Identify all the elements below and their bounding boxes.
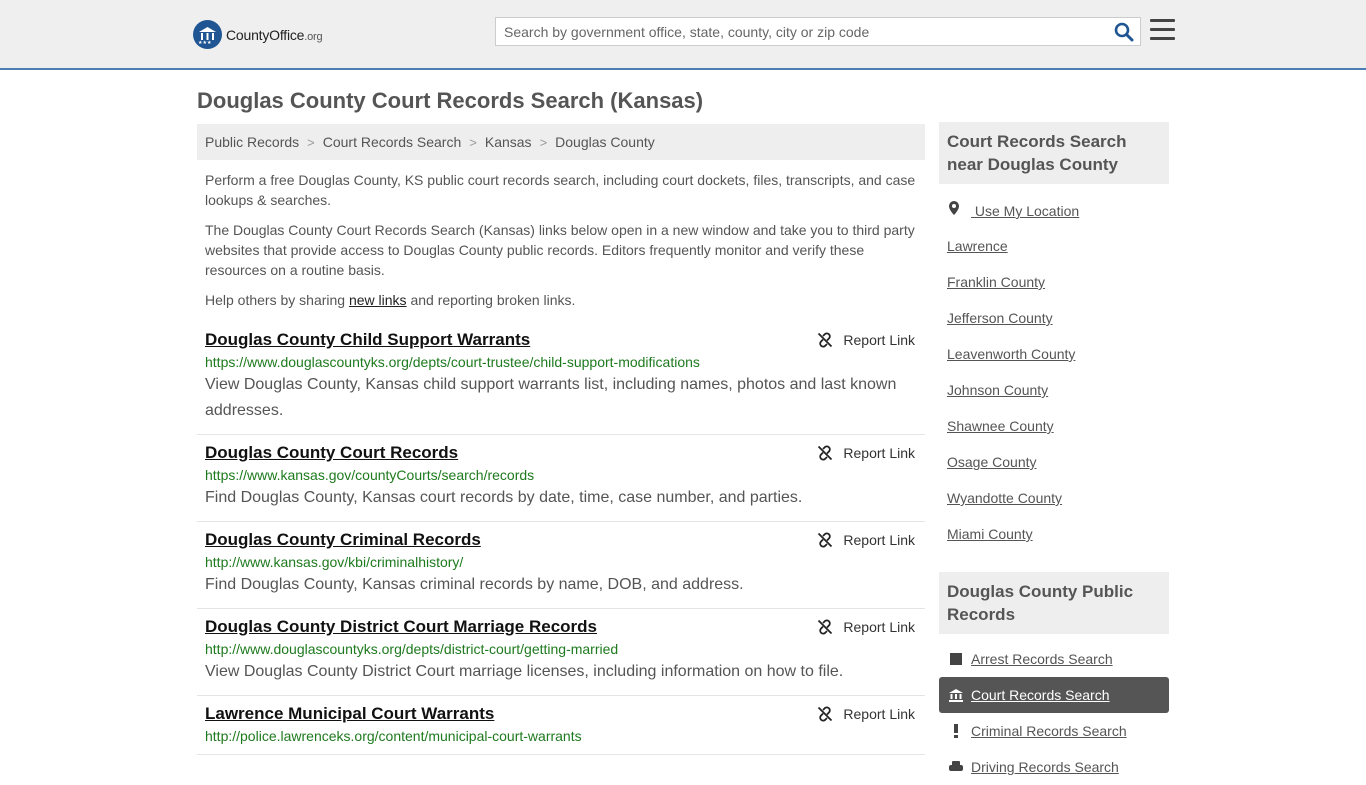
listing-title-link[interactable]: Douglas County Child Support Warrants: [205, 330, 530, 350]
intro-p3-before: Help others by sharing: [205, 292, 349, 308]
nearby-link-miami-county[interactable]: Miami County: [947, 524, 1079, 560]
logo-main: CountyOffice: [226, 26, 305, 43]
court-records-search-label: Court Records Search: [971, 687, 1110, 703]
breadcrumb-kansas[interactable]: Kansas: [485, 134, 532, 150]
report-link-label: Report Link: [843, 619, 915, 635]
map-pin-icon: [949, 201, 959, 215]
driving-records-search-label: Driving Records Search: [971, 759, 1119, 775]
svg-text:★★★: ★★★: [198, 40, 212, 46]
square-icon: [949, 652, 963, 666]
courthouse-icon: [949, 688, 963, 702]
report-link-button[interactable]: Report Link: [817, 445, 915, 461]
nearby-link-leavenworth-county[interactable]: Leavenworth County: [947, 344, 1079, 380]
breadcrumb-court-records-search[interactable]: Court Records Search: [323, 134, 462, 150]
breadcrumb-separator: >: [307, 134, 315, 150]
report-link-button[interactable]: Report Link: [817, 332, 915, 348]
report-link-label: Report Link: [843, 706, 915, 722]
intro-p3-after: and reporting broken links.: [406, 292, 576, 308]
broken-link-icon: [818, 332, 833, 348]
public-records-heading: Douglas County Public Records: [939, 572, 1169, 634]
breadcrumb-douglas-county[interactable]: Douglas County: [555, 134, 655, 150]
car-icon: [949, 760, 963, 774]
intro-paragraph-2: The Douglas County Court Records Search …: [205, 222, 915, 278]
report-link-label: Report Link: [843, 332, 915, 348]
report-link-label: Report Link: [843, 445, 915, 461]
logo-tld: .org: [304, 30, 323, 43]
broken-link-icon: [818, 532, 833, 548]
site-logo[interactable]: ★★★ CountyOffice.org: [193, 20, 323, 49]
list-item: Douglas County Criminal Records Report L…: [197, 522, 925, 609]
nearby-heading: Court Records Search near Douglas County: [939, 122, 1169, 184]
report-link-button[interactable]: Report Link: [817, 619, 915, 635]
exclamation-icon: [949, 724, 963, 738]
court-records-search-link[interactable]: Court Records Search: [939, 677, 1169, 713]
listing-url: http://police.lawrenceks.org/content/mun…: [205, 728, 582, 744]
driving-records-search-link[interactable]: Driving Records Search: [939, 749, 1169, 785]
arrest-records-search-link[interactable]: Arrest Records Search: [939, 641, 1169, 677]
search-icon[interactable]: [1114, 22, 1134, 42]
listing-title-link[interactable]: Douglas County District Court Marriage R…: [205, 617, 597, 637]
report-link-button[interactable]: Report Link: [817, 706, 915, 722]
listing-description: View Douglas County District Court marri…: [205, 663, 844, 680]
breadcrumb-public-records[interactable]: Public Records: [205, 134, 299, 150]
search-box: [495, 17, 1141, 46]
listing-url: https://www.douglascountyks.org/depts/co…: [205, 354, 700, 370]
nearby-link-wyandotte-county[interactable]: Wyandotte County: [947, 488, 1079, 524]
criminal-records-search-label: Criminal Records Search: [971, 723, 1127, 739]
listing-url: http://www.kansas.gov/kbi/criminalhistor…: [205, 554, 464, 570]
nearby-link-lawrence[interactable]: Lawrence: [947, 236, 1079, 272]
resource-list: Douglas County Child Support Warrants Re…: [197, 322, 925, 755]
report-link-button[interactable]: Report Link: [817, 532, 915, 548]
report-link-label: Report Link: [843, 532, 915, 548]
listing-title-link[interactable]: Lawrence Municipal Court Warrants: [205, 704, 494, 724]
intro-text: Perform a free Douglas County, KS public…: [205, 170, 920, 320]
nearby-link-osage-county[interactable]: Osage County: [947, 452, 1079, 488]
listing-description: View Douglas County, Kansas child suppor…: [205, 376, 897, 419]
listing-title-link[interactable]: Douglas County Court Records: [205, 443, 458, 463]
listing-url: https://www.kansas.gov/countyCourts/sear…: [205, 467, 535, 483]
public-records-list: Arrest Records Search Court Records Sear…: [939, 641, 1169, 785]
new-links-link[interactable]: new links: [349, 292, 407, 308]
arrest-records-search-label: Arrest Records Search: [971, 651, 1113, 667]
nearby-link-franklin-county[interactable]: Franklin County: [947, 272, 1079, 308]
listing-description: Find Douglas County, Kansas court record…: [205, 489, 803, 506]
listing-title-link[interactable]: Douglas County Criminal Records: [205, 530, 481, 550]
criminal-records-search-link[interactable]: Criminal Records Search: [939, 713, 1169, 749]
list-item: Douglas County Court Records Report Link…: [197, 435, 925, 522]
use-my-location-label: Use My Location: [974, 203, 1080, 219]
nearby-link-johnson-county[interactable]: Johnson County: [947, 380, 1079, 416]
listing-url: http://www.douglascountyks.org/depts/dis…: [205, 641, 619, 657]
listing-description: Find Douglas County, Kansas criminal rec…: [205, 576, 744, 593]
nearby-link-jefferson-county[interactable]: Jefferson County: [947, 308, 1079, 344]
list-item: Lawrence Municipal Court Warrants Report…: [197, 696, 925, 755]
broken-link-icon: [818, 445, 833, 461]
broken-link-icon: [818, 619, 833, 635]
hamburger-menu-icon[interactable]: [1150, 19, 1175, 41]
breadcrumb-separator: >: [469, 134, 477, 150]
logo-badge-icon: ★★★: [193, 20, 222, 49]
site-header: ★★★ CountyOffice.org: [0, 0, 1366, 70]
nearby-links: Use My Location Lawrence Franklin County…: [947, 200, 1079, 560]
search-input[interactable]: [496, 18, 1106, 45]
intro-paragraph-1: Perform a free Douglas County, KS public…: [205, 172, 916, 208]
breadcrumb-separator: >: [539, 134, 548, 150]
page-title: Douglas County Court Records Search (Kan…: [197, 88, 704, 113]
list-item: Douglas County Child Support Warrants Re…: [197, 322, 925, 435]
breadcrumb: Public Records > Court Records Search > …: [197, 124, 925, 160]
broken-link-icon: [818, 706, 833, 722]
nearby-link-shawnee-county[interactable]: Shawnee County: [947, 416, 1079, 452]
logo-text: CountyOffice.org: [226, 26, 323, 43]
list-item: Douglas County District Court Marriage R…: [197, 609, 925, 696]
use-my-location-link[interactable]: Use My Location: [947, 200, 1079, 236]
intro-paragraph-3: Help others by sharing new links and rep…: [205, 290, 920, 310]
